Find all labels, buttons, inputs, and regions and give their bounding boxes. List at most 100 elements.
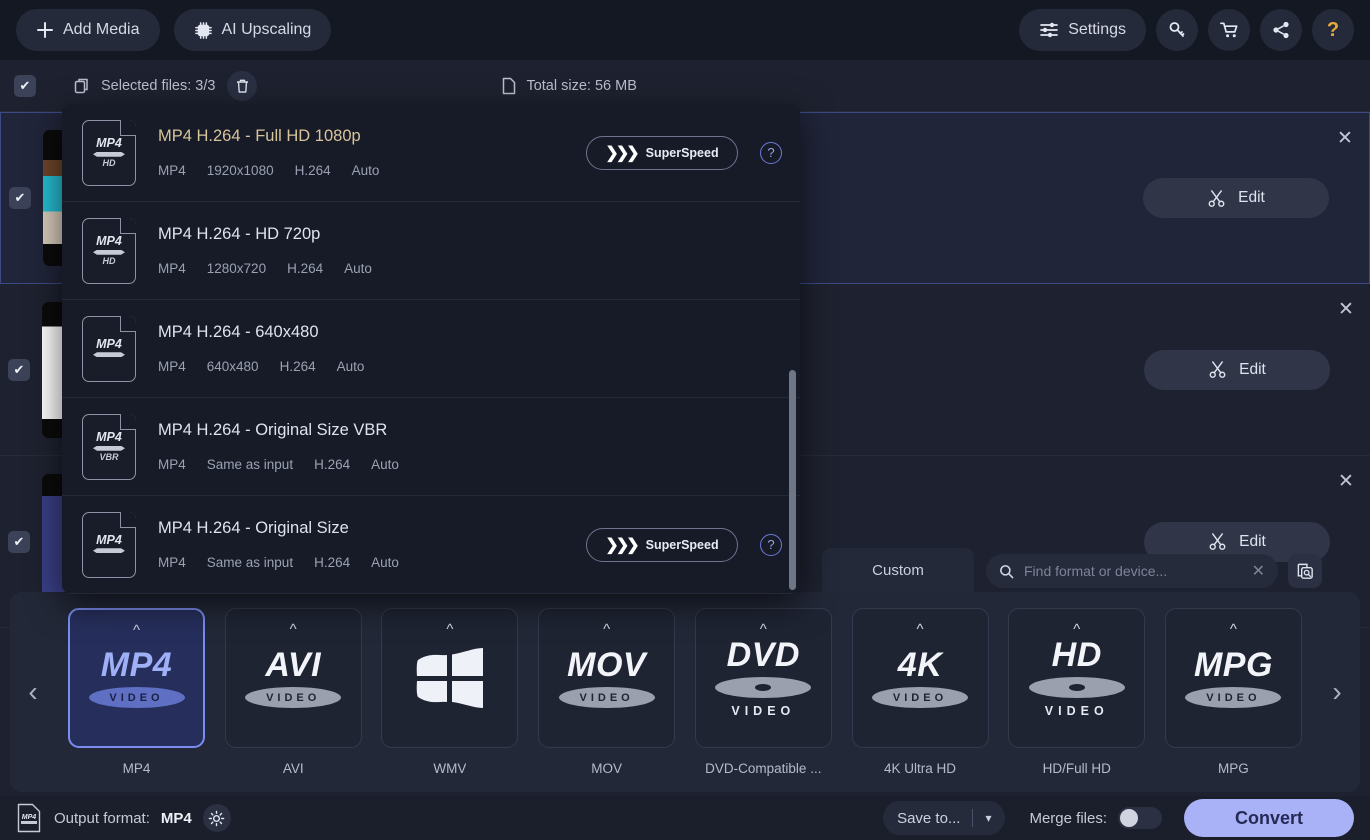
- double-chevron-icon: ❯❯❯: [605, 535, 636, 555]
- format-tile-button[interactable]: ^: [381, 608, 518, 748]
- preset-meta-resolution: 1920x1080: [207, 163, 274, 178]
- carousel-prev-button[interactable]: ‹: [10, 592, 56, 792]
- carousel-next-button[interactable]: ›: [1314, 592, 1360, 792]
- preset-dropdown-list: MP4 HD MP4 H.264 - Full HD 1080p MP4 192…: [62, 104, 800, 594]
- divider: [972, 809, 973, 827]
- mp4-format-icon: MP4: [82, 316, 136, 382]
- key-icon: [1167, 20, 1187, 40]
- total-size-label: Total size: 56 MB: [526, 78, 636, 94]
- edit-button[interactable]: Edit: [1143, 178, 1329, 218]
- cart-button[interactable]: [1208, 9, 1250, 51]
- row-checkbox[interactable]: ✔: [9, 187, 31, 209]
- format-tile-button[interactable]: ^ MP4 VIDEO: [68, 608, 205, 748]
- list-item[interactable]: MP4 HD MP4 H.264 - Full HD 1080p MP4 192…: [62, 104, 800, 202]
- convert-button[interactable]: Convert: [1184, 799, 1354, 837]
- chevron-up-icon: ^: [1230, 621, 1237, 638]
- preset-meta-resolution: 1280x720: [207, 261, 266, 276]
- settings-button[interactable]: Settings: [1019, 9, 1146, 51]
- list-item[interactable]: MP4 MP4 H.264 - 640x480 MP4 640x480 H.26…: [62, 300, 800, 398]
- preset-text: MP4 H.264 - HD 720p MP4 1280x720 H.264 A…: [158, 225, 782, 276]
- merge-files-toggle[interactable]: [1118, 807, 1162, 829]
- question-mark-icon: ?: [1327, 19, 1339, 42]
- format-tile-button[interactable]: ^ DVD VIDEO: [695, 608, 832, 748]
- chevron-up-icon: ^: [446, 621, 453, 638]
- dropdown-scrollbar[interactable]: [789, 370, 796, 590]
- preset-help-icon[interactable]: ?: [760, 142, 782, 164]
- superspeed-badge: ❯❯❯ SuperSpeed: [586, 136, 738, 170]
- list-item[interactable]: MP4 MP4 H.264 - Original Size MP4 Same a…: [62, 496, 800, 594]
- ai-chip-icon: [194, 21, 213, 40]
- double-chevron-icon: ❯❯❯: [605, 143, 636, 163]
- preset-help-icon[interactable]: ?: [760, 534, 782, 556]
- preset-title: MP4 H.264 - Full HD 1080p: [158, 127, 586, 146]
- format-tile-label: 4K Ultra HD: [884, 761, 956, 776]
- preset-meta-bitrate: Auto: [371, 457, 399, 472]
- sliders-icon: [1039, 21, 1059, 39]
- preset-meta-bitrate: Auto: [337, 359, 365, 374]
- convert-label: Convert: [1235, 808, 1303, 829]
- format-tile-mpg[interactable]: ^ MPG VIDEO MPG: [1157, 608, 1310, 776]
- clear-search-icon[interactable]: ✕: [1252, 561, 1265, 581]
- scissors-icon: [1208, 360, 1227, 379]
- preset-text: MP4 H.264 - Original Size VBR MP4 Same a…: [158, 421, 782, 472]
- format-tile-mov[interactable]: ^ MOV VIDEO MOV: [530, 608, 683, 776]
- share-button[interactable]: [1260, 9, 1302, 51]
- mp4-hd-format-icon: MP4 HD: [82, 120, 136, 186]
- list-item[interactable]: MP4 VBR MP4 H.264 - Original Size VBR MP…: [62, 398, 800, 496]
- output-format-value: MP4: [161, 810, 192, 827]
- format-tile-dvd[interactable]: ^ DVD VIDEO DVD-Compatible ...: [687, 608, 840, 776]
- output-settings-button[interactable]: [203, 804, 231, 832]
- edit-button[interactable]: Edit: [1144, 350, 1330, 390]
- format-carousel: ‹ ^ MP4 VIDEO MP4 ^ AVI VIDEO: [10, 592, 1360, 792]
- save-to-button[interactable]: Save to... ▾: [883, 801, 1005, 835]
- chevron-down-icon: ▾: [985, 811, 991, 825]
- format-tile-button[interactable]: ^ MOV VIDEO: [538, 608, 675, 748]
- preset-title: MP4 H.264 - 640x480: [158, 323, 782, 342]
- superspeed-badge: ❯❯❯ SuperSpeed: [586, 528, 738, 562]
- 4k-logo-icon: 4K VIDEO: [872, 648, 968, 708]
- delete-selected-button[interactable]: [227, 71, 257, 101]
- format-tile-avi[interactable]: ^ AVI VIDEO AVI: [217, 608, 370, 776]
- remove-file-button[interactable]: ✕: [1335, 298, 1357, 320]
- preset-meta-codec: H.264: [314, 555, 350, 570]
- preset-title: MP4 H.264 - HD 720p: [158, 225, 782, 244]
- app-window: Add Media AI Upscaling Settings: [0, 0, 1370, 840]
- trash-icon: [235, 78, 250, 94]
- scan-device-button[interactable]: [1288, 554, 1322, 588]
- preset-meta-codec: H.264: [295, 163, 331, 178]
- add-media-button[interactable]: Add Media: [16, 9, 160, 51]
- preset-dropdown-popup[interactable]: MP4 HD MP4 H.264 - Full HD 1080p MP4 192…: [62, 104, 800, 594]
- search-input[interactable]: Find format or device... ✕: [986, 554, 1278, 588]
- format-tile-button[interactable]: ^ MPG VIDEO: [1165, 608, 1302, 748]
- format-tile-button[interactable]: ^ AVI VIDEO: [225, 608, 362, 748]
- svg-text:MP4: MP4: [22, 814, 37, 821]
- format-tile-wmv[interactable]: ^ WMV: [373, 608, 526, 776]
- format-tile-mp4[interactable]: ^ MP4 VIDEO MP4: [60, 608, 213, 776]
- preset-meta: MP4 Same as input H.264 Auto: [158, 555, 586, 570]
- copies-icon: [74, 77, 92, 95]
- mp4-file-icon: MP4: [16, 803, 42, 833]
- preset-meta: MP4 640x480 H.264 Auto: [158, 359, 782, 374]
- format-tile-label: WMV: [433, 761, 466, 776]
- remove-file-button[interactable]: ✕: [1334, 127, 1356, 149]
- format-tile-4k[interactable]: ^ 4K VIDEO 4K Ultra HD: [844, 608, 997, 776]
- format-tile-label: MPG: [1218, 761, 1249, 776]
- format-tile-button[interactable]: ^ 4K VIDEO: [852, 608, 989, 748]
- row-checkbox[interactable]: ✔: [8, 359, 30, 381]
- edit-label: Edit: [1239, 361, 1266, 379]
- help-button[interactable]: ?: [1312, 9, 1354, 51]
- format-tile-hd[interactable]: ^ HD VIDEO HD/Full HD: [1000, 608, 1153, 776]
- file-icon: [501, 77, 517, 95]
- preset-text: MP4 H.264 - Original Size MP4 Same as in…: [158, 519, 586, 570]
- preset-meta-container: MP4: [158, 457, 186, 472]
- ai-upscaling-button[interactable]: AI Upscaling: [174, 9, 332, 51]
- hd-logo-icon: HD VIDEO: [1029, 638, 1125, 718]
- remove-file-button[interactable]: ✕: [1335, 470, 1357, 492]
- format-tile-button[interactable]: ^ HD VIDEO: [1008, 608, 1145, 748]
- activation-key-button[interactable]: [1156, 9, 1198, 51]
- list-item[interactable]: MP4 HD MP4 H.264 - HD 720p MP4 1280x720 …: [62, 202, 800, 300]
- select-all-checkbox[interactable]: ✔: [14, 75, 36, 97]
- tab-custom[interactable]: Custom: [822, 548, 974, 592]
- format-tile-label: HD/Full HD: [1043, 761, 1111, 776]
- gear-icon: [208, 810, 225, 827]
